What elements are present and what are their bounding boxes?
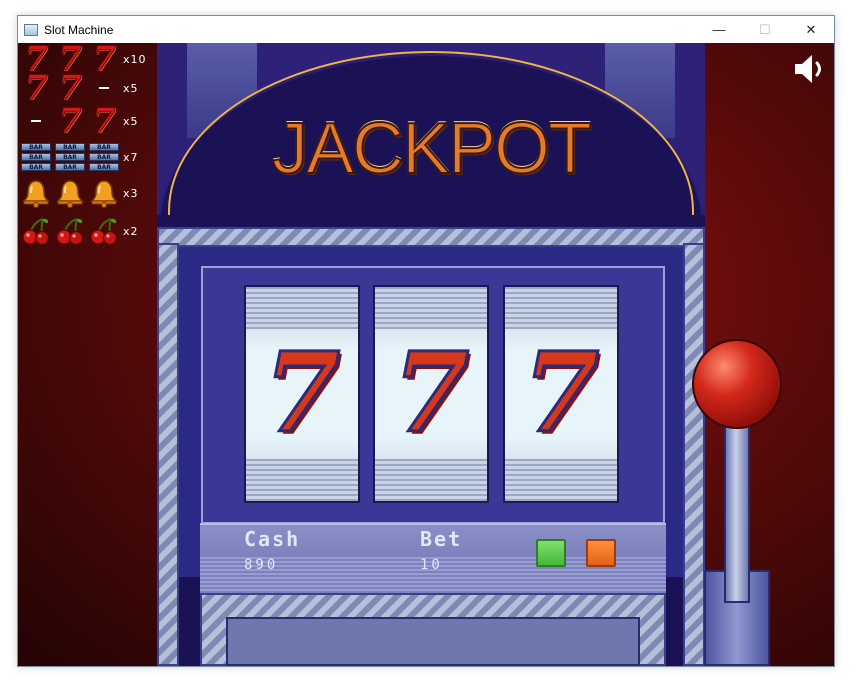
payout-multiplier: x5 [123, 81, 139, 95]
bet-label: Bet [420, 527, 463, 551]
minimize-button[interactable]: — [696, 16, 742, 43]
payout-multiplier: x5 [123, 114, 139, 128]
bar-text: BAR [89, 143, 119, 151]
cash-label: Cash [244, 527, 301, 551]
frame-left-rail [157, 243, 179, 666]
control-panel: Cash 890 Bet 10 [200, 523, 666, 595]
bar-text: BAR [55, 153, 85, 161]
game-canvas: 7 7 7 x10 7 7 x5 7 7 x5 BAR BAR BAR BAR BAR BAR BAR BAR BA… [18, 43, 834, 666]
paytable-row: BAR BAR BAR BAR BAR BAR BAR BAR BAR x7 [20, 141, 154, 173]
seven-symbol: 7 [58, 68, 83, 108]
paytable-row: 7 7 x5 [20, 101, 154, 141]
increase-bet-button[interactable] [536, 539, 566, 567]
speaker-icon[interactable] [792, 52, 828, 86]
seven-symbol: 7 [92, 101, 117, 141]
reel-2: 7 [373, 285, 489, 503]
bar-icon: BAR BAR BAR [20, 141, 52, 173]
reel-1: 7 [244, 285, 360, 503]
bar-text: BAR [55, 163, 85, 171]
seven-symbol: 7 [92, 43, 117, 79]
bar-text: BAR [89, 163, 119, 171]
seven-icon: 7 [20, 68, 52, 108]
payout-multiplier: x3 [123, 186, 139, 200]
window-app-icon [24, 23, 38, 36]
reel-1-seven-icon: 7 [262, 328, 342, 457]
bell-icon [20, 177, 52, 209]
lever-knob[interactable] [692, 339, 782, 429]
cherry-icon [54, 215, 86, 247]
bet-value: 10 [420, 557, 443, 573]
bell-icon [54, 177, 86, 209]
seven-symbol: 7 [24, 68, 49, 108]
bar-icon: BAR BAR BAR [88, 141, 120, 173]
bar-icon: BAR BAR BAR [54, 141, 86, 173]
cash-value: 890 [244, 557, 279, 573]
bar-text: BAR [21, 143, 51, 151]
payout-multiplier: x7 [123, 150, 139, 164]
seven-icon: 7 [88, 43, 120, 79]
paytable: 7 7 7 x10 7 7 x5 7 7 x5 BAR BAR BAR BAR BAR BAR BAR BAR BA… [20, 43, 154, 251]
paytable-row: 7 7 x5 [20, 68, 154, 108]
title-bar: Slot Machine — ☐ ✕ [18, 16, 834, 43]
maximize-button[interactable]: ☐ [742, 16, 788, 43]
frame-top-rail [157, 227, 705, 247]
payout-multiplier: x10 [123, 52, 147, 66]
cherry-icon [88, 215, 120, 247]
lower-cabinet-panel [226, 617, 640, 666]
seven-icon: 7 [54, 101, 86, 141]
reel-2-seven-icon: 7 [391, 328, 471, 457]
bar-text: BAR [55, 143, 85, 151]
seven-icon: 7 [54, 68, 86, 108]
window-title: Slot Machine [44, 22, 114, 37]
reel-3: 7 [503, 285, 619, 503]
seven-icon: 7 [88, 101, 120, 141]
cherry-icon [20, 215, 52, 247]
frame-right-rail [683, 243, 705, 666]
bar-text: BAR [21, 163, 51, 171]
bar-text: BAR [89, 153, 119, 161]
payout-multiplier: x2 [123, 224, 139, 238]
any-symbol-dash-icon [88, 72, 120, 104]
seven-symbol: 7 [58, 101, 83, 141]
app-window: Slot Machine — ☐ ✕ 7 7 7 x10 7 7 x5 7 7 x5 BAR BAR B… [17, 15, 835, 667]
paytable-row: x2 [20, 215, 154, 247]
any-symbol-dash-icon [20, 105, 52, 137]
reel-3-seven-icon: 7 [521, 328, 601, 457]
lever-shaft[interactable] [724, 423, 750, 603]
jackpot-title: JACKPOT [271, 108, 593, 190]
close-button[interactable]: ✕ [788, 16, 834, 43]
bell-icon [88, 177, 120, 209]
bar-text: BAR [21, 153, 51, 161]
decrease-bet-button[interactable] [586, 539, 616, 567]
paytable-row: x3 [20, 177, 154, 209]
